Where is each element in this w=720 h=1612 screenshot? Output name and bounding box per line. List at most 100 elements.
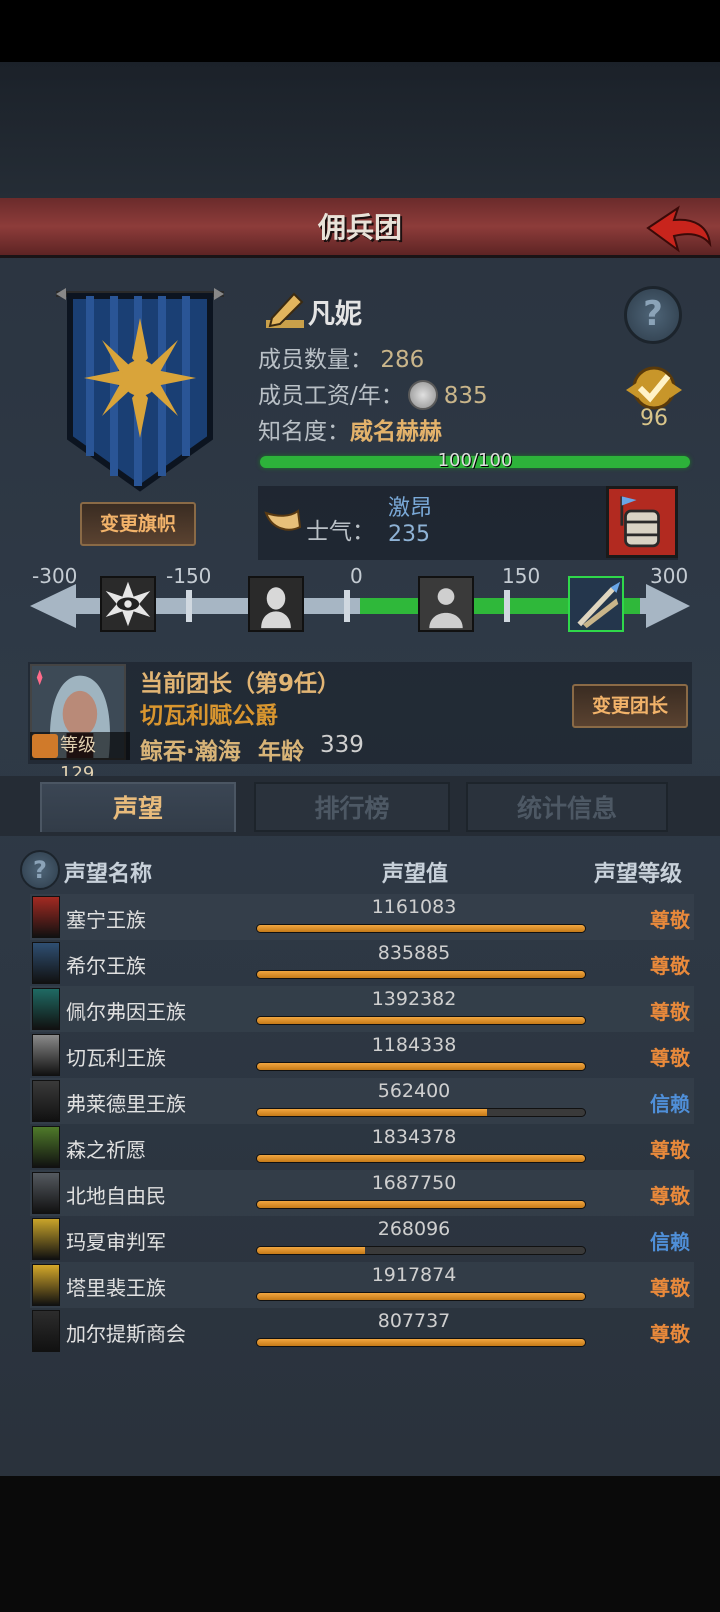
- table-row[interactable]: 弗莱德里王族 562400 信赖: [30, 1078, 694, 1124]
- reputation-value: 562400: [377, 1080, 451, 1102]
- reputation-help-icon[interactable]: ?: [20, 850, 60, 890]
- horn-icon: [264, 509, 302, 531]
- table-row[interactable]: 森之祈愿 1834378 尊敬: [30, 1124, 694, 1170]
- members-label: 成员数量：: [258, 347, 373, 373]
- faction-name: 弗莱德里王族: [66, 1092, 186, 1116]
- reputation-progress-fill: [257, 1293, 585, 1300]
- scale-label-150: 150: [502, 564, 541, 588]
- reputation-progress-bar: [256, 1200, 586, 1209]
- reputation-progress-bar: [256, 1292, 586, 1301]
- change-captain-button[interactable]: 变更团长: [572, 684, 688, 728]
- reputation-level: 尊敬: [650, 1276, 690, 1300]
- faction-crest-icon: [32, 1310, 60, 1352]
- reputation-progress-fill: [257, 1247, 366, 1254]
- despair-icon: [248, 576, 304, 632]
- reputation-level: 尊敬: [650, 1138, 690, 1162]
- captain-age-label: 年龄: [258, 739, 304, 765]
- reputation-progress-bar: [256, 970, 586, 979]
- tab-ranking[interactable]: 排行榜: [254, 782, 450, 832]
- reputation-level: 尊敬: [650, 1322, 690, 1346]
- reputation-progress-bar: [256, 1154, 586, 1163]
- reputation-value: 807737: [377, 1310, 451, 1332]
- faction-name: 希尔王族: [66, 954, 146, 978]
- reputation-level: 尊敬: [650, 1046, 690, 1070]
- faction-crest-icon: [32, 1264, 60, 1306]
- scale-label-0: 0: [350, 564, 363, 588]
- salary-label: 成员工资/年：: [258, 383, 404, 409]
- reputation-progress-bar: [256, 924, 586, 933]
- reputation-level: 信赖: [650, 1230, 690, 1254]
- faction-name: 塔里裴王族: [66, 1276, 166, 1300]
- navigation-bar-area: [0, 1476, 720, 1612]
- barrel-flag-icon[interactable]: [606, 486, 678, 558]
- faction-name: 加尔提斯商会: [66, 1322, 186, 1346]
- reputation-progress-fill: [257, 1155, 585, 1162]
- tab-statistics[interactable]: 统计信息: [466, 782, 668, 832]
- members-stat: 成员数量： 286: [258, 340, 424, 374]
- reputation-progress-fill: [257, 1063, 585, 1070]
- reputation-progress-bar: [256, 1016, 586, 1025]
- steady-icon: [418, 576, 474, 632]
- reputation-progress-bar: [256, 1338, 586, 1347]
- reputation-level: 尊敬: [650, 1184, 690, 1208]
- change-flag-button[interactable]: 变更旗帜: [80, 502, 196, 546]
- faction-crest-icon: [32, 942, 60, 984]
- panic-eye-icon: [100, 576, 156, 632]
- table-row[interactable]: 北地自由民 1687750 尊敬: [30, 1170, 694, 1216]
- fame-value: 威名赫赫: [350, 419, 442, 445]
- table-row[interactable]: 佩尔弗因王族 1392382 尊敬: [30, 986, 694, 1032]
- reputation-value: 268096: [377, 1218, 451, 1240]
- morale-value: 235: [388, 522, 430, 547]
- salary-stat: 成员工资/年： 835: [258, 376, 488, 410]
- edit-name-icon[interactable]: [264, 290, 306, 332]
- faction-crest-icon: [32, 1126, 60, 1168]
- table-row[interactable]: 希尔王族 835885 尊敬: [30, 940, 694, 986]
- table-row[interactable]: 塞宁王族 1161083 尊敬: [30, 894, 694, 940]
- reputation-level: 尊敬: [650, 954, 690, 978]
- reputation-value: 1184338: [371, 1034, 457, 1056]
- silver-coin-icon: [407, 379, 438, 410]
- faction-crest-icon: [32, 988, 60, 1030]
- fame-stat: 知名度：威名赫赫: [258, 412, 442, 446]
- fame-label: 知名度：: [258, 419, 350, 445]
- status-bar-area: [0, 0, 720, 62]
- table-row[interactable]: 切瓦利王族 1184338 尊敬: [30, 1032, 694, 1078]
- title-header: 佣兵团: [0, 198, 720, 258]
- company-name: 凡妮: [308, 299, 362, 330]
- members-value: 286: [380, 347, 425, 373]
- back-arrow-icon[interactable]: [644, 204, 714, 254]
- faction-crest-icon: [32, 896, 60, 938]
- morale-label: 士气：: [306, 519, 375, 545]
- captain-age-value: 339: [320, 732, 364, 758]
- reputation-value: 1161083: [371, 896, 457, 918]
- reputation-value: 1687750: [371, 1172, 457, 1194]
- table-row[interactable]: 加尔提斯商会 807737 尊敬: [30, 1308, 694, 1354]
- reputation-progress-bar: [256, 1062, 586, 1071]
- tab-reputation[interactable]: 声望: [40, 782, 236, 832]
- faction-name: 切瓦利王族: [66, 1046, 166, 1070]
- level-star-icon: [32, 734, 58, 758]
- reputation-progress-bar: [256, 1108, 586, 1117]
- background-upper: [0, 62, 720, 198]
- column-header-name: 声望名称: [64, 862, 153, 887]
- scale-label-neg150: -150: [166, 564, 212, 588]
- faction-crest-icon: [32, 1218, 60, 1260]
- scale-label-neg300: -300: [32, 564, 78, 588]
- reputation-value: 1834378: [371, 1126, 457, 1148]
- reputation-progress-fill: [257, 1201, 585, 1208]
- reputation-value: 835885: [377, 942, 451, 964]
- badge-value: 96: [640, 406, 668, 431]
- reputation-value: 1917874: [371, 1264, 457, 1286]
- reputation-progress-bar: [256, 1246, 586, 1255]
- reputation-level: 信赖: [650, 1092, 690, 1116]
- faction-name: 森之祈愿: [66, 1138, 146, 1162]
- inspired-icon: [568, 576, 624, 632]
- reputation-progress-fill: [257, 1017, 585, 1024]
- fame-progress-text: 100/100: [437, 450, 513, 471]
- table-row[interactable]: 塔里裴王族 1917874 尊敬: [30, 1262, 694, 1308]
- captain-race: 鲸吞·瀚海: [140, 739, 241, 765]
- table-row[interactable]: 玛夏审判军 268096 信赖: [30, 1216, 694, 1262]
- reputation-level: 尊敬: [650, 1000, 690, 1024]
- reputation-progress-fill: [257, 1339, 585, 1346]
- help-icon[interactable]: ?: [624, 286, 682, 344]
